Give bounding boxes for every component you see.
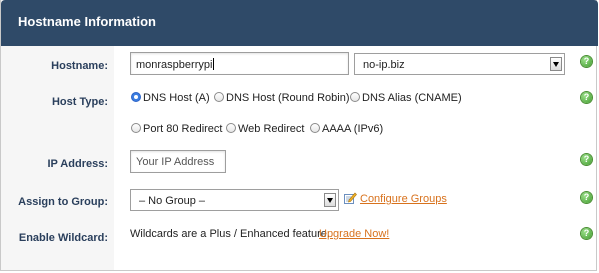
radio-dns-host-round-robin[interactable]: DNS Host (Round Robin)	[214, 92, 350, 104]
radio-unchecked-icon[interactable]	[131, 123, 141, 133]
ip-address-placeholder: Your IP Address	[136, 156, 215, 168]
ip-address-help-icon[interactable]: ?	[581, 154, 592, 165]
edit-groups-icon[interactable]	[344, 192, 357, 204]
hostname-label: Hostname:	[51, 60, 108, 72]
radio-web-redirect[interactable]: Web Redirect	[226, 123, 304, 135]
ip-address-input[interactable]: Your IP Address	[130, 150, 226, 173]
radio-port-80-redirect[interactable]: Port 80 Redirect	[131, 123, 222, 135]
domain-select[interactable]: no-ip.biz	[354, 53, 565, 75]
configure-groups-link[interactable]: Configure Groups	[360, 193, 447, 205]
radio-dns-alias-cname[interactable]: DNS Alias (CNAME)	[350, 92, 462, 104]
radio-checked-icon[interactable]	[131, 92, 141, 102]
hostname-value: monraspberrypi	[136, 59, 213, 71]
radio-unchecked-icon[interactable]	[226, 123, 236, 133]
group-help-icon[interactable]: ?	[581, 192, 592, 203]
assign-group-label: Assign to Group:	[18, 196, 108, 208]
panel-title: Hostname Information	[18, 14, 156, 29]
text-caret	[213, 58, 215, 70]
host-type-label: Host Type:	[51, 96, 108, 108]
upgrade-now-link[interactable]: Upgrade Now!	[319, 228, 389, 240]
radio-dns-host-a[interactable]: DNS Host (A)	[131, 92, 210, 104]
hostname-information-panel: Hostname Information Hostname: monraspbe…	[0, 0, 598, 271]
radio-unchecked-icon[interactable]	[310, 123, 320, 133]
group-select[interactable]: – No Group –	[130, 189, 339, 211]
host-type-help-icon[interactable]: ?	[581, 92, 592, 103]
hostname-help-icon[interactable]: ?	[581, 56, 592, 67]
enable-wildcard-label: Enable Wildcard:	[18, 232, 108, 244]
radio-unchecked-icon[interactable]	[214, 92, 224, 102]
chevron-down-icon[interactable]	[324, 193, 336, 207]
panel-header: Hostname Information	[1, 0, 598, 46]
radio-unchecked-icon[interactable]	[350, 92, 360, 102]
wildcard-help-icon[interactable]: ?	[581, 228, 592, 239]
chevron-down-icon[interactable]	[550, 57, 562, 71]
hostname-input[interactable]: monraspberrypi	[130, 52, 349, 75]
ip-address-label: IP Address:	[47, 158, 108, 170]
group-select-value: – No Group –	[139, 195, 206, 207]
radio-aaaa-ipv6[interactable]: AAAA (IPv6)	[310, 123, 383, 135]
domain-select-value: no-ip.biz	[363, 59, 405, 71]
wildcard-info-text: Wildcards are a Plus / Enhanced feature.	[130, 228, 330, 240]
